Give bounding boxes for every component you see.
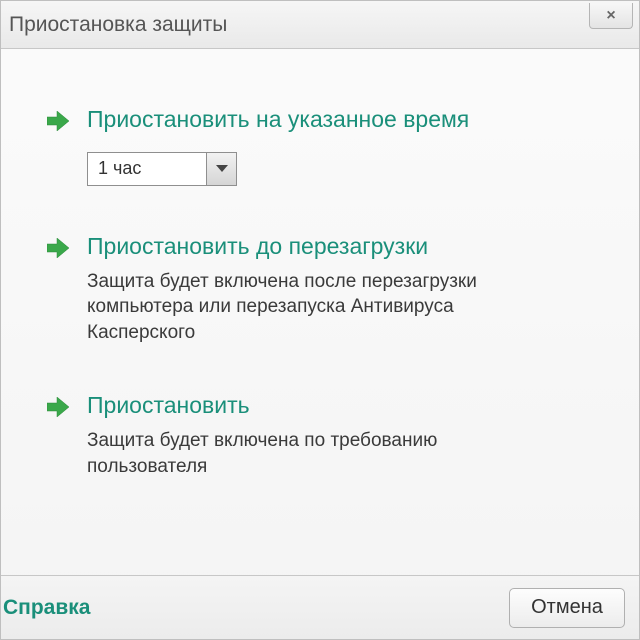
option-desc-pause-until-reboot: Защита будет включена после перезагрузки… — [87, 269, 557, 346]
duration-select-button[interactable] — [206, 153, 236, 185]
dialog-body: Приостановить на указанное время 1 час П… — [1, 49, 639, 575]
duration-select-value: 1 час — [88, 153, 206, 185]
chevron-down-icon — [216, 165, 228, 172]
help-link[interactable]: Справка — [1, 596, 90, 620]
option-title-pause-until-reboot[interactable]: Приостановить до перезагрузки — [87, 232, 607, 261]
option-pause-for-time: Приостановить на указанное время 1 час — [45, 105, 607, 186]
arrow-right-icon — [45, 391, 71, 417]
option-content: Приостановить на указанное время 1 час — [87, 105, 607, 186]
option-title-pause-for-time[interactable]: Приостановить на указанное время — [87, 105, 607, 134]
arrow-right-icon — [45, 232, 71, 258]
option-pause-until-reboot: Приостановить до перезагрузки Защита буд… — [45, 232, 607, 346]
dialog-title: Приостановка защиты — [9, 13, 227, 37]
option-pause-manual: Приостановить Защита будет включена по т… — [45, 391, 607, 479]
close-icon: × — [606, 7, 615, 25]
titlebar: Приостановка защиты × — [1, 1, 639, 49]
dialog-footer: Справка Отмена — [1, 575, 639, 639]
dialog-window: Приостановка защиты × Приостановить на у… — [0, 0, 640, 640]
close-button[interactable]: × — [589, 3, 633, 29]
option-content: Приостановить Защита будет включена по т… — [87, 391, 607, 479]
duration-select[interactable]: 1 час — [87, 152, 237, 186]
cancel-button[interactable]: Отмена — [509, 588, 625, 628]
option-title-pause-manual[interactable]: Приостановить — [87, 391, 607, 420]
option-desc-pause-manual: Защита будет включена по требованию поль… — [87, 428, 557, 479]
option-content: Приостановить до перезагрузки Защита буд… — [87, 232, 607, 346]
arrow-right-icon — [45, 105, 71, 131]
